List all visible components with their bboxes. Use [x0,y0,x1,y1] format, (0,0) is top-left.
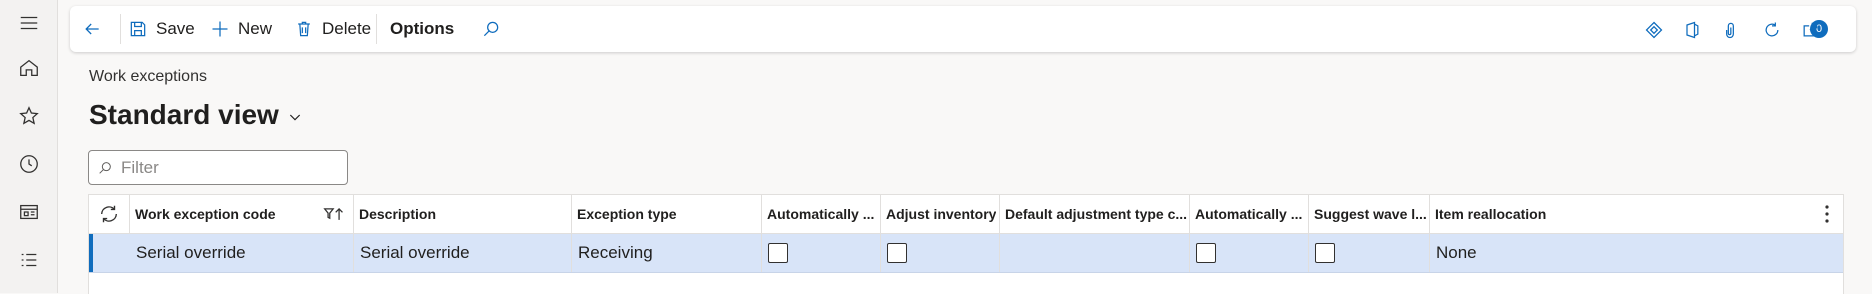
navigation-rail [0,0,58,293]
search-button[interactable] [481,6,509,52]
column-header-automatically-1[interactable]: Automatically ... [762,195,881,233]
column-label: Adjust inventory [886,206,997,222]
column-label: Description [359,206,437,222]
cell-item-reallocation[interactable]: None [1430,234,1810,272]
breadcrumb: Work exceptions [89,68,207,85]
recent-clock-icon[interactable] [16,151,42,177]
cell-suggest-wave [1309,234,1430,272]
attachment-paperclip-icon[interactable] [1718,18,1742,42]
refresh-icon[interactable] [1760,18,1784,42]
view-selector[interactable]: Standard view [89,99,303,131]
cell-description[interactable]: Serial override [354,234,572,272]
column-header-description[interactable]: Description [354,195,572,233]
save-button[interactable]: Save [128,6,195,52]
column-label: Automatically ... [767,206,875,222]
cell-default-adjustment-type[interactable] [1000,234,1190,272]
column-header-default-adjustment-type[interactable]: Default adjustment type c... [1000,195,1190,233]
column-header-suggest-wave[interactable]: Suggest wave l... [1309,195,1430,233]
chevron-down-icon [289,114,300,121]
action-toolbar: Save New Delete Options 0 [70,6,1856,52]
suggest-wave-checkbox[interactable] [1315,243,1335,263]
column-header-automatically-2[interactable]: Automatically ... [1190,195,1309,233]
column-header-adjust-inventory[interactable]: Adjust inventory [881,195,1000,233]
save-label: Save [156,19,195,38]
search-icon [483,21,499,37]
row-selector[interactable] [89,234,130,272]
back-arrow-icon [85,23,99,35]
back-button[interactable] [82,6,110,52]
cell-adjust-inventory [881,234,1000,272]
new-label: New [238,19,273,38]
open-in-new-window-icon[interactable] [1798,18,1822,42]
column-label: Item reallocation [1435,206,1547,222]
refresh-grid-button[interactable] [89,195,130,233]
trash-icon [298,21,310,37]
column-header-exception-type[interactable]: Exception type [572,195,762,233]
favorites-star-icon[interactable] [16,103,42,129]
more-vertical-icon [1825,205,1829,223]
refresh-icon [100,205,118,223]
options-label: Options [390,19,455,38]
grid-header: Work exception code Description Exceptio… [89,195,1843,234]
delete-button[interactable]: Delete [294,6,371,52]
filter-input[interactable] [119,156,343,179]
toolbar-divider [376,14,377,44]
modules-list-icon[interactable] [16,247,42,273]
search-icon [99,161,111,174]
cell-exception-type[interactable]: Receiving [572,234,762,272]
column-header-work-exception-code[interactable]: Work exception code [130,195,354,233]
column-label: Default adjustment type c... [1005,206,1188,222]
save-icon [130,21,146,37]
delete-label: Delete [322,19,372,38]
filter-field[interactable] [88,150,348,185]
work-exceptions-grid: Work exception code Description Exceptio… [88,194,1844,294]
column-label: Suggest wave l... [1314,206,1427,222]
new-button[interactable]: New [210,6,272,52]
menu-icon[interactable] [16,10,42,36]
automatically-checkbox[interactable] [768,243,788,263]
cell-automatically-2 [1190,234,1309,272]
options-button[interactable]: Options [390,6,454,52]
office-icon[interactable] [1680,18,1704,42]
automatically-checkbox[interactable] [1196,243,1216,263]
home-icon[interactable] [16,55,42,81]
adjust-inventory-checkbox[interactable] [887,243,907,263]
column-label: Work exception code [135,206,276,222]
workspaces-icon[interactable] [16,199,42,225]
plus-icon [212,21,228,37]
power-apps-diamond-icon[interactable] [1642,18,1666,42]
toolbar-divider [120,14,121,44]
more-options-button[interactable] [1811,195,1843,233]
cell-work-exception-code[interactable]: Serial override [130,234,354,272]
column-header-item-reallocation[interactable]: Item reallocation [1430,195,1810,233]
view-name: Standard view [89,99,279,130]
table-row[interactable]: Serial override Serial override Receivin… [89,234,1843,273]
cell-automatically-1 [762,234,881,272]
column-label: Automatically ... [1195,206,1303,222]
column-label: Exception type [577,206,677,222]
filter-sort-icon [323,208,343,220]
